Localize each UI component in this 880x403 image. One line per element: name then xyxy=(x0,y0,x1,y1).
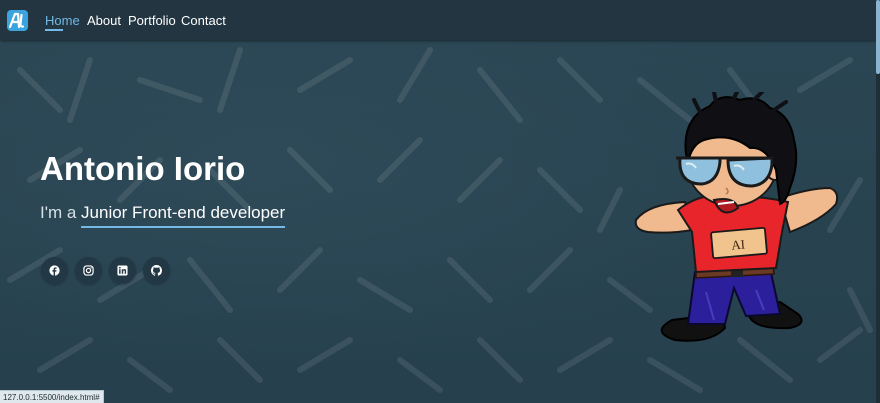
hero-tagline: I'm a Junior Front-end developer xyxy=(40,203,286,228)
facebook-button[interactable] xyxy=(41,257,68,284)
hero-role: Junior Front-end developer xyxy=(81,203,286,228)
instagram-icon xyxy=(83,265,94,276)
avatar-illustration: AI xyxy=(634,92,839,342)
linkedin-button[interactable] xyxy=(109,257,136,284)
nav-active-indicator xyxy=(45,29,63,31)
github-button[interactable] xyxy=(143,257,170,284)
page-scrollbar[interactable] xyxy=(876,0,880,403)
nav-contact-link[interactable]: Contact xyxy=(181,13,226,28)
linkedin-icon xyxy=(117,265,128,276)
site-logo[interactable] xyxy=(7,10,28,31)
page: Home About Portfolio Contact Antonio Ior… xyxy=(0,0,880,403)
navbar: Home About Portfolio Contact xyxy=(0,0,880,40)
github-icon xyxy=(151,265,162,276)
badge-label: AI xyxy=(731,237,746,253)
nav-about-link[interactable]: About xyxy=(87,13,121,28)
logo-ai-icon xyxy=(8,12,25,29)
instagram-button[interactable] xyxy=(75,257,102,284)
status-bar-url: 127.0.0.1:5500/index.html# xyxy=(0,390,104,403)
hero-name: Antonio Iorio xyxy=(40,150,246,187)
hero-tagline-prefix: I'm a xyxy=(40,203,82,222)
nav-home-link[interactable]: Home xyxy=(45,13,80,28)
nav-portfolio-link[interactable]: Portfolio xyxy=(128,13,176,28)
facebook-icon xyxy=(49,265,60,276)
scrollbar-thumb[interactable] xyxy=(876,0,880,74)
